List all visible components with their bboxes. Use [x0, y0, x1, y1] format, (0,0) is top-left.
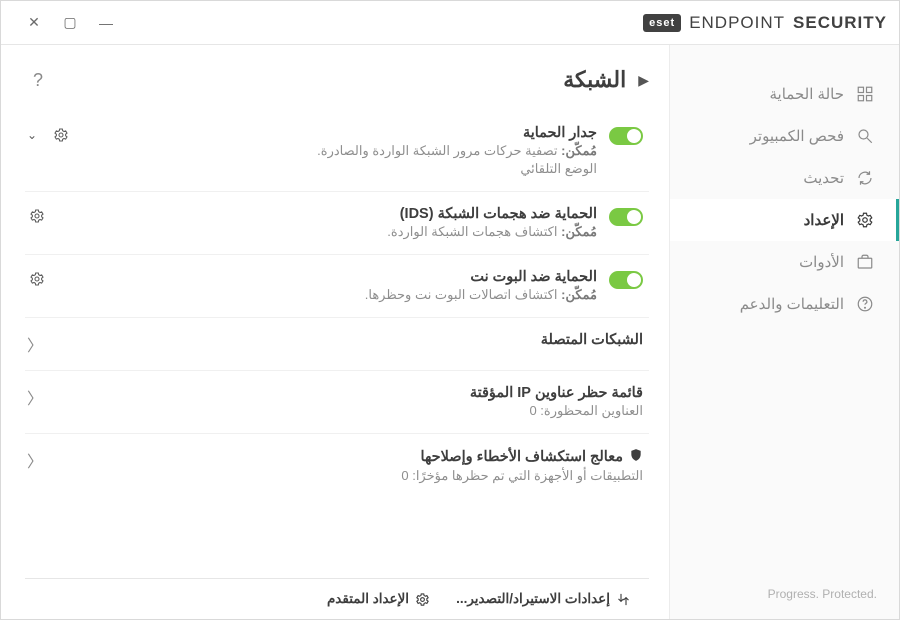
sidebar-item-tools[interactable]: الأدوات [670, 241, 899, 283]
sidebar-item-label: الإعداد [804, 211, 844, 229]
setting-subtitle: مُمكّن: اكتشاف اتصالات البوت نت وحظرها. [365, 287, 597, 303]
back-caret-icon[interactable]: ▶ [638, 72, 649, 89]
setting-title: الحماية ضد البوت نت [365, 269, 597, 285]
brand-name-bold: SECURITY [793, 13, 887, 33]
help-button[interactable]: ? [25, 67, 51, 93]
minimize-icon[interactable]: — [97, 14, 115, 32]
gear-icon[interactable] [51, 125, 71, 145]
toggle-botnet[interactable] [609, 271, 643, 289]
search-icon [856, 127, 874, 145]
nav-row-ip-blacklist[interactable]: قائمة حظر عناوين IP المؤقتة العناوين الم… [25, 371, 649, 434]
sidebar-item-label: التعليمات والدعم [740, 295, 844, 313]
footer: إعدادات الاستيراد/التصدير... الإعداد الم… [25, 578, 649, 619]
main-panel: ▶ الشبكة ? جدار الحماية مُمكّن: تصفية حر… [1, 45, 669, 619]
setting-row-botnet: الحماية ضد البوت نت مُمكّن: اكتشاف اتصال… [25, 255, 649, 318]
sidebar: حالة الحماية فحص الكمبيوتر تحديث الإعداد… [669, 45, 899, 619]
chevron-left-icon: 〈 [27, 448, 43, 472]
setting-title: جدار الحماية [317, 125, 597, 141]
sidebar-item-label: فحص الكمبيوتر [750, 127, 844, 145]
gear-icon [415, 592, 430, 607]
brand-logo: eset [643, 14, 681, 32]
maximize-icon[interactable]: ▢ [61, 14, 79, 32]
import-export-icon [616, 592, 631, 607]
chevron-down-icon[interactable]: ⌄ [27, 128, 37, 142]
gear-icon[interactable] [27, 206, 47, 226]
setting-subtitle: مُمكّن: اكتشاف هجمات الشبكة الواردة. [387, 224, 597, 240]
nav-row-troubleshoot[interactable]: معالج استكشاف الأخطاء وإصلاحها التطبيقات… [25, 434, 649, 498]
nav-subtitle: التطبيقات أو الأجهزة التي تم حظرها مؤخرً… [401, 468, 643, 484]
toggle-ids[interactable] [609, 208, 643, 226]
setting-row-firewall: جدار الحماية مُمكّن: تصفية حركات مرور ال… [25, 111, 649, 192]
nav-title: معالج استكشاف الأخطاء وإصلاحها [401, 448, 643, 466]
titlebar: eset ENDPOINT SECURITY ✕ ▢ — [1, 1, 899, 45]
window-controls: ✕ ▢ — [25, 14, 115, 32]
grid-icon [856, 85, 874, 103]
setting-row-ids: الحماية ضد هجمات الشبكة (IDS) مُمكّن: اك… [25, 192, 649, 255]
brand-name-thin: ENDPOINT [689, 13, 785, 33]
nav-title: الشبكات المتصلة [541, 332, 643, 348]
sidebar-item-label: تحديث [803, 169, 844, 187]
chevron-left-icon: 〈 [27, 332, 43, 356]
page-title: الشبكة [563, 67, 626, 93]
sidebar-item-label: حالة الحماية [769, 85, 844, 103]
shield-icon [629, 448, 643, 466]
close-icon[interactable]: ✕ [25, 14, 43, 32]
body: حالة الحماية فحص الكمبيوتر تحديث الإعداد… [1, 45, 899, 619]
refresh-icon [856, 169, 874, 187]
import-export-link[interactable]: إعدادات الاستيراد/التصدير... [456, 591, 631, 607]
sidebar-item-computer-scan[interactable]: فحص الكمبيوتر [670, 115, 899, 157]
brand: eset ENDPOINT SECURITY [643, 13, 887, 33]
settings-list: جدار الحماية مُمكّن: تصفية حركات مرور ال… [25, 111, 649, 578]
sidebar-item-update[interactable]: تحديث [670, 157, 899, 199]
gear-icon [856, 211, 874, 229]
page-header: ▶ الشبكة ? [25, 67, 649, 93]
help-circle-icon [856, 295, 874, 313]
nav-title: قائمة حظر عناوين IP المؤقتة [470, 385, 643, 401]
sidebar-item-setup[interactable]: الإعداد [670, 199, 899, 241]
setting-title: الحماية ضد هجمات الشبكة (IDS) [387, 206, 597, 222]
sidebar-item-label: الأدوات [799, 253, 844, 271]
sidebar-item-protection-status[interactable]: حالة الحماية [670, 73, 899, 115]
sidebar-item-help[interactable]: التعليمات والدعم [670, 283, 899, 325]
gear-icon[interactable] [27, 269, 47, 289]
nav-row-connected-networks[interactable]: الشبكات المتصلة 〈 [25, 318, 649, 371]
app-window: eset ENDPOINT SECURITY ✕ ▢ — حالة الحماي… [0, 0, 900, 620]
tagline: Progress. Protected. [670, 569, 899, 619]
briefcase-icon [856, 253, 874, 271]
nav-subtitle: العناوين المحظورة: 0 [470, 403, 643, 419]
chevron-left-icon: 〈 [27, 385, 43, 409]
toggle-firewall[interactable] [609, 127, 643, 145]
setting-extra: الوضع التلقائي [317, 161, 597, 177]
setting-subtitle: مُمكّن: تصفية حركات مرور الشبكة الواردة … [317, 143, 597, 159]
advanced-setup-link[interactable]: الإعداد المتقدم [327, 591, 430, 607]
